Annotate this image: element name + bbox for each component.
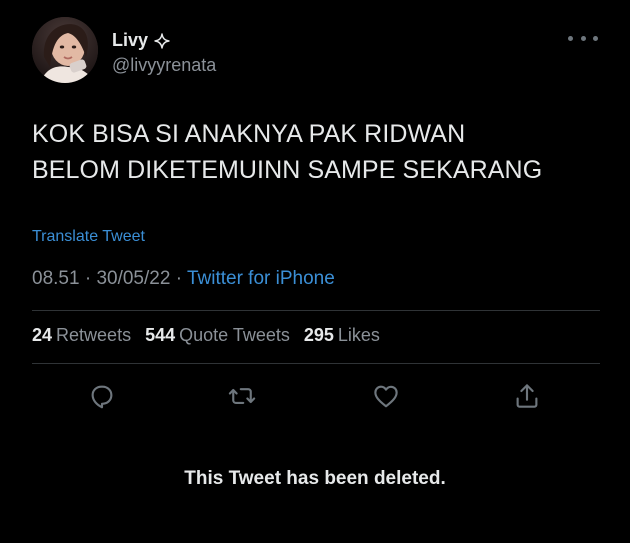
quote-tweets-count: 544: [145, 325, 176, 345]
tweet-time[interactable]: 08.51: [32, 268, 80, 289]
display-name[interactable]: Livy: [112, 30, 148, 51]
dot-icon: [593, 35, 598, 41]
divider: [32, 310, 600, 311]
dot-icon: [568, 35, 573, 41]
retweets-label: Retweets: [56, 325, 132, 345]
more-options-button[interactable]: [568, 28, 598, 48]
avatar-photo: [32, 17, 98, 83]
meta-separator: ·: [84, 268, 92, 289]
share-icon: [516, 384, 538, 408]
dot-icon: [580, 35, 586, 41]
likes-label: Likes: [337, 325, 380, 345]
tweet-text-line: BELOM DIKETEMUINN SAMPE SEKARANG: [32, 156, 543, 184]
retweet-button[interactable]: [222, 376, 262, 416]
display-name-row: Livy: [112, 30, 170, 51]
avatar[interactable]: [32, 17, 98, 83]
likes-stat[interactable]: 295 Likes: [304, 325, 380, 346]
deleted-tweet-notice: This Tweet has been deleted.: [184, 468, 446, 489]
retweets-stat[interactable]: 24 Retweets: [32, 325, 131, 346]
tweet-meta: 08.51 · 30/05/22 · Twitter for iPhone: [32, 268, 335, 290]
tweet-text: KOK BISA SI ANAKNYA PAK RIDWAN BELOM DIK…: [32, 116, 612, 188]
tweet-source-link[interactable]: Twitter for iPhone: [187, 268, 335, 289]
tweet-stats: 24 Retweets 544 Quote Tweets 295 Likes: [32, 325, 380, 346]
sparkle-icon: [154, 32, 170, 49]
divider: [32, 363, 600, 364]
like-button[interactable]: [366, 376, 406, 416]
tweet-date[interactable]: 30/05/22: [96, 268, 170, 289]
retweet-icon: [228, 388, 256, 404]
translate-tweet-link[interactable]: Translate Tweet: [32, 228, 145, 246]
meta-separator: ·: [175, 268, 183, 289]
quote-tweets-label: Quote Tweets: [179, 325, 290, 345]
quote-tweets-stat[interactable]: 544 Quote Tweets: [145, 325, 290, 346]
retweets-count: 24: [32, 325, 53, 345]
reply-button[interactable]: [82, 376, 122, 416]
tweet-actions: [0, 376, 630, 416]
likes-count: 295: [303, 325, 334, 345]
reply-icon: [91, 385, 113, 409]
heart-icon: [374, 385, 398, 408]
tweet-text-line: KOK BISA SI ANAKNYA PAK RIDWAN: [32, 120, 466, 148]
user-handle[interactable]: @livyyrenata: [112, 55, 216, 76]
share-button[interactable]: [507, 376, 547, 416]
